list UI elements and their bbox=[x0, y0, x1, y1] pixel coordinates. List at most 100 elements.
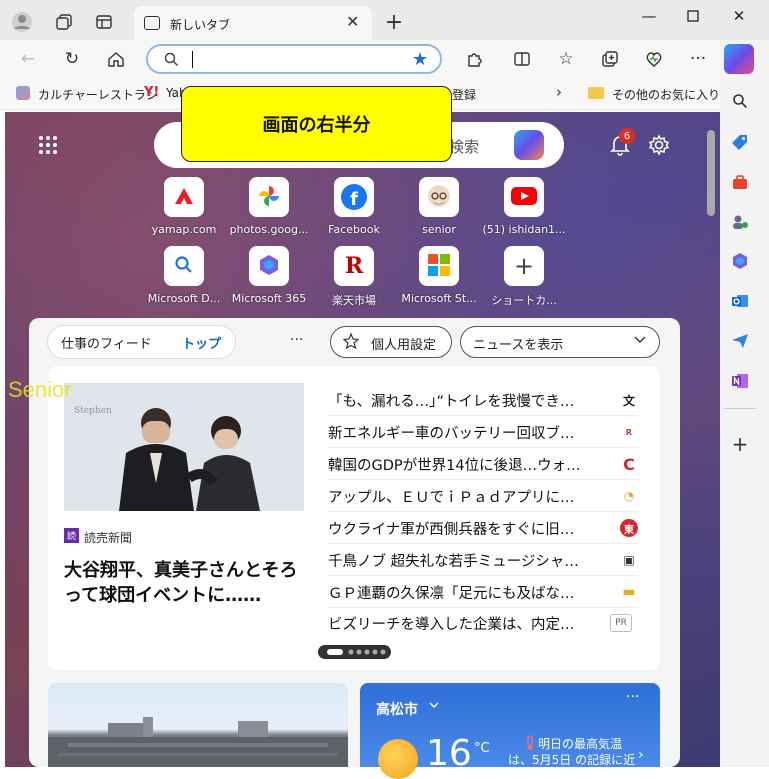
quicklink-microsoft-store[interactable] bbox=[419, 246, 459, 286]
favorite-item[interactable]: 登録 bbox=[452, 86, 476, 103]
source-logo-icon: R bbox=[625, 427, 633, 437]
outlook-icon[interactable] bbox=[729, 290, 751, 312]
quicklink-facebook[interactable]: f bbox=[334, 177, 374, 217]
notification-badge: 6 bbox=[619, 128, 635, 144]
carousel-pager[interactable] bbox=[318, 645, 391, 659]
favorite-item[interactable]: カルチャーレストラン bbox=[38, 86, 158, 103]
quicklink-label: Microsoft St... bbox=[401, 292, 477, 305]
tab-top[interactable]: トップ bbox=[182, 333, 221, 352]
feed-more-icon[interactable]: ··· bbox=[290, 332, 303, 348]
weather-more-icon[interactable]: ··· bbox=[626, 689, 639, 705]
quicklink-rakuten[interactable]: R bbox=[334, 246, 374, 286]
browser-essentials-icon[interactable] bbox=[642, 48, 666, 70]
address-bar[interactable]: ★ bbox=[146, 44, 442, 74]
workspaces-icon[interactable] bbox=[52, 10, 76, 34]
personalize-label: 個人用設定 bbox=[371, 338, 437, 353]
address-input[interactable] bbox=[190, 50, 400, 68]
headline-item[interactable]: 韓国のGDPが世界14位に後退…ウォ… bbox=[328, 454, 598, 475]
weather-card[interactable]: 高松市 ··· 16 °C 明日の最高気温 は、5月5日 の記録に近 › bbox=[360, 683, 660, 779]
copilot-search-icon[interactable] bbox=[514, 130, 544, 160]
divider bbox=[328, 607, 638, 608]
plus-icon: + bbox=[513, 252, 535, 280]
culture-restaurant-icon bbox=[16, 86, 30, 100]
show-news-dropdown[interactable]: ニュースを表示 bbox=[460, 326, 660, 358]
headline-item[interactable]: 新エネルギー車のバッテリー回収ブ… bbox=[328, 422, 598, 443]
headline-item[interactable]: ウクライナ軍が西側兵器をすぐに旧… bbox=[328, 518, 598, 539]
headline-item[interactable]: アップル、ＥＵでｉＰａｄアプリに… bbox=[328, 486, 598, 507]
copilot-icon[interactable] bbox=[724, 44, 754, 74]
watermark-text: Senior bbox=[8, 377, 72, 402]
page-scrollbar[interactable] bbox=[705, 122, 717, 767]
quicklink-label: yamap.com bbox=[151, 223, 217, 236]
headline-item[interactable]: 「も、漏れる…」”トイレを我慢でき… bbox=[328, 390, 598, 411]
add-shortcut-button[interactable]: + bbox=[504, 246, 544, 286]
profile-avatar-icon[interactable] bbox=[10, 10, 34, 34]
collections-icon[interactable] bbox=[598, 48, 622, 70]
split-screen-icon[interactable] bbox=[510, 48, 534, 70]
back-icon[interactable]: ← bbox=[16, 48, 40, 70]
personalize-icon bbox=[342, 332, 360, 353]
quicklink-google-photos[interactable] bbox=[249, 177, 289, 217]
favorite-star-icon[interactable]: ★ bbox=[412, 49, 428, 70]
other-favorites[interactable]: その他のお気に入り bbox=[612, 86, 720, 103]
divider bbox=[328, 447, 638, 448]
main-article-source: 読売新聞 bbox=[84, 531, 133, 545]
headline-item[interactable]: 千鳥ノブ 超失礼な若手ミュージシャ… bbox=[328, 550, 598, 571]
extensions-icon[interactable] bbox=[462, 48, 486, 70]
add-sidebar-app-icon[interactable]: + bbox=[729, 432, 751, 456]
weather-temperature: 16 bbox=[426, 733, 472, 774]
search-placeholder: 検索 bbox=[449, 138, 480, 156]
sidebar-search-icon[interactable] bbox=[729, 90, 751, 112]
settings-more-icon[interactable]: ··· bbox=[686, 48, 710, 70]
tools-icon[interactable] bbox=[729, 171, 751, 193]
quicklink-microsoft-365[interactable] bbox=[249, 246, 289, 286]
onenote-icon[interactable] bbox=[729, 370, 751, 392]
youtube-icon bbox=[511, 186, 537, 208]
close-window-icon[interactable]: ✕ bbox=[724, 6, 754, 26]
feed-tabs: 仕事のフィード トップ bbox=[47, 325, 236, 359]
chevron-right-icon[interactable]: › bbox=[556, 83, 562, 101]
favorites-icon[interactable]: ☆ bbox=[554, 48, 578, 70]
tab-close-icon[interactable]: ✕ bbox=[346, 12, 359, 31]
tab-new-tab[interactable]: 新しいタブ ✕ bbox=[134, 6, 372, 44]
home-icon[interactable] bbox=[104, 48, 128, 70]
shopping-tag-icon[interactable] bbox=[729, 131, 751, 153]
main-article-headline[interactable]: 大谷翔平、真美子さんとそろって球団イベントに…… bbox=[64, 558, 308, 608]
games-icon[interactable] bbox=[729, 211, 751, 233]
sun-icon bbox=[378, 739, 418, 779]
microsoft365-icon bbox=[257, 253, 281, 280]
sidebar-divider bbox=[724, 408, 756, 409]
headline-item[interactable]: ビズリーチを導入した企業は、内定… bbox=[328, 613, 598, 634]
quicklink-youtube[interactable] bbox=[504, 177, 544, 217]
new-tab-plus-icon[interactable]: + bbox=[382, 10, 406, 35]
chevron-down-icon[interactable] bbox=[428, 699, 440, 714]
source-logo-icon: C bbox=[623, 454, 635, 474]
headline-item[interactable]: ＧＰ連覇の久保凛「足元にも及ばな… bbox=[328, 582, 598, 603]
maximize-icon[interactable] bbox=[678, 6, 708, 26]
tab-work-feed[interactable]: 仕事のフィード bbox=[61, 333, 152, 352]
minimize-icon[interactable]: — bbox=[634, 6, 664, 26]
microsoft-store-icon bbox=[427, 253, 451, 280]
refresh-icon[interactable]: ↻ bbox=[60, 48, 84, 70]
yamap-icon bbox=[173, 186, 195, 209]
quicklink-label: Facebook bbox=[328, 223, 380, 236]
quicklink-yamap[interactable] bbox=[164, 177, 204, 217]
city-photo-card[interactable] bbox=[48, 683, 348, 767]
weather-city[interactable]: 高松市 bbox=[376, 699, 418, 719]
rakuten-icon: R bbox=[344, 253, 364, 279]
tab-actions-icon[interactable] bbox=[92, 10, 116, 34]
page-settings-gear-icon[interactable] bbox=[648, 134, 670, 159]
quicklink-label: Microsoft D... bbox=[147, 292, 221, 305]
personalize-button[interactable]: 個人用設定 bbox=[330, 326, 452, 358]
chevron-down-icon bbox=[633, 332, 647, 350]
send-icon[interactable] bbox=[729, 330, 751, 352]
source-logo-icon: ▣ bbox=[623, 553, 635, 567]
quicklink-microsoft-d[interactable] bbox=[164, 246, 204, 286]
page-scrollbar-thumb[interactable] bbox=[707, 130, 715, 216]
google-photos-icon bbox=[257, 184, 281, 211]
microsoft365-sidebar-icon[interactable] bbox=[729, 250, 751, 272]
main-article-image[interactable]: Stephen bbox=[64, 383, 304, 511]
chevron-right-icon[interactable]: › bbox=[638, 747, 644, 763]
apps-launcher-icon[interactable] bbox=[38, 135, 58, 158]
quicklink-senior[interactable] bbox=[419, 177, 459, 217]
